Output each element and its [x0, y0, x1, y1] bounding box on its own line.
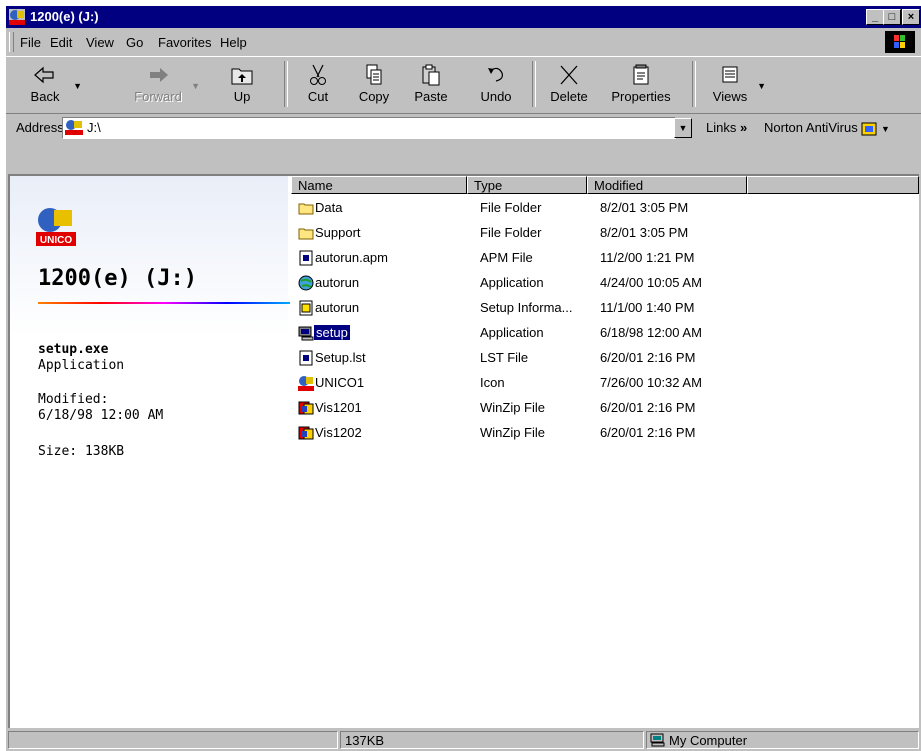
address-dropdown-button[interactable]: ▼ — [674, 118, 692, 138]
standard-toolbar: Back ▼ Forward ▼ Up Cut Copy Paste Undo … — [6, 56, 921, 114]
back-dropdown-icon[interactable]: ▼ — [73, 81, 82, 91]
cut-button[interactable]: Cut — [298, 59, 338, 109]
menu-edit[interactable]: Edit — [50, 35, 72, 50]
file-row[interactable]: Setup.lst LST File 6/20/01 2:16 PM — [290, 346, 760, 371]
forward-arrow-icon — [150, 68, 168, 82]
status-bar: 137KB My Computer — [6, 728, 921, 751]
column-header-modified[interactable]: Modified — [587, 176, 747, 194]
unico-icon — [298, 376, 314, 391]
menu-view[interactable]: View — [86, 35, 114, 50]
close-button[interactable]: × — [902, 9, 920, 25]
undo-button[interactable]: Undo — [476, 59, 516, 109]
menu-go[interactable]: Go — [126, 35, 143, 50]
column-header-empty[interactable] — [747, 176, 919, 194]
address-input[interactable]: J:\ — [62, 117, 676, 139]
title-bar[interactable]: 1200(e) (J:) _ □ × — [6, 6, 921, 28]
back-arrow-icon — [34, 66, 54, 84]
app-globe-icon — [298, 275, 314, 291]
file-row[interactable]: autorun Application 4/24/00 10:05 AM — [290, 271, 760, 296]
file-row[interactable]: autorun Setup Informa... 11/1/00 1:40 PM — [290, 296, 760, 321]
status-panel-size: 137KB — [340, 731, 644, 749]
norton-icon — [861, 122, 877, 136]
setup-computer-icon — [298, 326, 314, 341]
forward-button[interactable]: Forward ▼ — [128, 59, 200, 109]
modified-value: 6/18/98 12:00 AM — [38, 408, 164, 423]
file-row-selected[interactable]: setup Application 6/18/98 12:00 AM — [290, 321, 760, 346]
setup-info-icon — [299, 300, 313, 316]
copy-button[interactable]: Copy — [352, 59, 396, 109]
unico-drive-icon — [9, 9, 25, 25]
file-row[interactable]: Support File Folder 8/2/01 3:05 PM — [290, 221, 760, 246]
address-bar: Address J:\ ▼ Links » Norton AntiVirus ▼ — [6, 114, 921, 140]
delete-x-icon — [560, 65, 578, 85]
up-folder-icon — [231, 68, 253, 85]
status-panel-main — [8, 731, 338, 749]
maximize-button[interactable]: □ — [883, 9, 901, 25]
modified-label: Modified: — [38, 392, 109, 407]
svg-text:UNICO: UNICO — [40, 235, 72, 246]
file-row[interactable]: Data File Folder 8/2/01 3:05 PM — [290, 196, 760, 221]
menu-favorites[interactable]: Favorites — [158, 35, 211, 50]
file-row[interactable]: Vis1202 WinZip File 6/20/01 2:16 PM — [290, 421, 760, 446]
scissors-icon — [310, 64, 326, 85]
my-computer-icon — [650, 733, 665, 747]
winzip-icon — [298, 401, 314, 415]
file-size: Size: 138KB — [38, 444, 125, 459]
menu-grip[interactable] — [9, 32, 14, 52]
address-label: Address — [16, 120, 64, 135]
delete-button[interactable]: Delete — [546, 59, 592, 109]
norton-antivirus-button[interactable]: Norton AntiVirus ▼ — [764, 120, 890, 136]
web-view-pane: UNICO 1200(e) (J:) setup.exe Application… — [10, 176, 290, 728]
properties-icon — [633, 64, 649, 85]
folder-icon — [298, 203, 314, 215]
minimize-button[interactable]: _ — [866, 9, 884, 25]
folder-icon — [298, 228, 314, 240]
address-value: J:\ — [87, 120, 101, 135]
column-header-type[interactable]: Type — [467, 176, 587, 194]
paste-button[interactable]: Paste — [408, 59, 454, 109]
undo-icon — [488, 67, 503, 82]
content-area: UNICO 1200(e) (J:) setup.exe Application… — [8, 174, 919, 728]
paste-icon — [422, 64, 440, 86]
winzip-icon — [298, 426, 314, 440]
window-title: 1200(e) (J:) — [30, 9, 99, 24]
forward-dropdown-icon[interactable]: ▼ — [191, 81, 200, 91]
file-row[interactable]: UNICO1 Icon 7/26/00 10:32 AM — [290, 371, 760, 396]
views-icon — [722, 66, 738, 83]
file-row[interactable]: autorun.apm APM File 11/2/00 1:21 PM — [290, 246, 760, 271]
menu-bar: File Edit View Go Favorites Help — [6, 30, 921, 54]
file-icon — [299, 350, 313, 366]
views-button[interactable]: Views ▼ — [706, 59, 766, 109]
links-button[interactable]: Links » — [706, 120, 747, 135]
explorer-window: 1200(e) (J:) _ □ × File Edit View Go Fav… — [6, 6, 921, 751]
copy-icon — [366, 64, 382, 85]
selected-file-type: Application — [38, 358, 125, 373]
file-row[interactable]: Vis1201 WinZip File 6/20/01 2:16 PM — [290, 396, 760, 421]
norton-dropdown-icon[interactable]: ▼ — [881, 124, 890, 134]
file-icon — [299, 250, 313, 266]
column-header-name[interactable]: Name — [291, 176, 467, 194]
back-button[interactable]: Back ▼ — [20, 59, 82, 109]
status-panel-zone: My Computer — [646, 731, 919, 749]
toolbar-separator — [692, 61, 696, 107]
toolbar-separator — [284, 61, 288, 107]
menu-file[interactable]: File — [20, 35, 41, 50]
menu-help[interactable]: Help — [220, 35, 247, 50]
selected-file-name: setup.exe — [38, 342, 109, 357]
title-divider — [38, 302, 290, 304]
toolbar-separator — [532, 61, 536, 107]
selection-details: setup.exe Application Modified: 6/18/98 … — [38, 342, 163, 460]
drive-title: 1200(e) (J:) — [38, 266, 197, 291]
windows-logo-icon — [885, 31, 915, 53]
unico-drive-icon — [65, 120, 83, 135]
zone-label: My Computer — [669, 733, 748, 748]
unico-logo-icon: UNICO — [36, 208, 76, 246]
properties-button[interactable]: Properties — [606, 59, 676, 109]
views-dropdown-icon[interactable]: ▼ — [757, 81, 766, 91]
up-button[interactable]: Up — [222, 59, 262, 109]
